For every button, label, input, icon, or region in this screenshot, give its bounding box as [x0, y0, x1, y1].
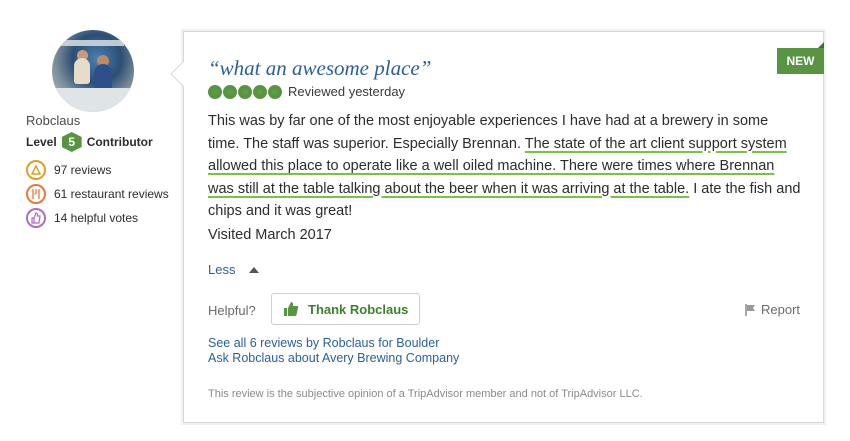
review-body: This was by far one of the most enjoyabl…: [208, 110, 802, 223]
less-label[interactable]: Less: [208, 262, 235, 277]
member-info: Robclaus Level 5 Contributor 97 reviews …: [26, 30, 176, 228]
stat-reviews: 97 reviews: [26, 160, 111, 180]
flag-icon: [745, 303, 755, 316]
contributor-level: Level 5 Contributor: [26, 132, 153, 152]
stat-helpful-text: 14 helpful votes: [54, 211, 139, 225]
less-toggle[interactable]: Less: [208, 262, 260, 277]
bubble-rating: Reviewed yesterday: [208, 84, 405, 99]
avatar[interactable]: [52, 30, 134, 112]
report-link[interactable]: Report: [744, 302, 800, 317]
caret-up-icon[interactable]: [249, 266, 260, 273]
helpful-label: Helpful?: [208, 303, 256, 318]
visited-date: Visited March 2017: [208, 227, 332, 243]
stat-restaurant-text: 61 restaurant reviews: [54, 187, 169, 201]
thumbs-up-icon: [284, 302, 299, 316]
level-prefix: Level: [26, 135, 57, 149]
stat-helpful-votes: 14 helpful votes: [26, 208, 138, 228]
restaurant-badge-icon: [26, 184, 46, 204]
ask-member-link[interactable]: Ask Robclaus about Avery Brewing Company: [208, 351, 459, 366]
review-title[interactable]: “what an awesome place”: [208, 56, 431, 81]
helpful-votes-badge-icon: [26, 208, 46, 228]
report-label[interactable]: Report: [761, 302, 800, 317]
stat-reviews-text: 97 reviews: [54, 163, 112, 177]
level-badge-icon: 5: [61, 132, 82, 152]
member-links: See all 6 reviews by Robclaus for Boulde…: [208, 336, 459, 366]
thank-button[interactable]: Thank Robclaus: [271, 293, 420, 325]
rating-bubble-icon: [238, 84, 252, 99]
reviewed-date: Reviewed yesterday: [288, 84, 406, 99]
rating-bubble-icon: [223, 84, 237, 99]
review-card: “what an awesome place” Reviewed yesterd…: [170, 31, 824, 423]
rating-bubble-icon: [253, 84, 267, 99]
thank-button-label[interactable]: Thank Robclaus: [308, 302, 408, 317]
member-username[interactable]: Robclaus: [26, 113, 80, 128]
review-disclaimer: This review is the subjective opinion of…: [208, 388, 643, 400]
see-all-reviews-link[interactable]: See all 6 reviews by Robclaus for Boulde…: [208, 336, 459, 351]
rating-bubble-icon: [208, 84, 222, 99]
new-badge: NEW: [777, 48, 824, 74]
stat-restaurant-reviews: 61 restaurant reviews: [26, 184, 169, 204]
level-suffix: Contributor: [86, 135, 153, 149]
reviews-badge-icon: [26, 160, 46, 180]
rating-bubble-icon: [268, 84, 282, 99]
